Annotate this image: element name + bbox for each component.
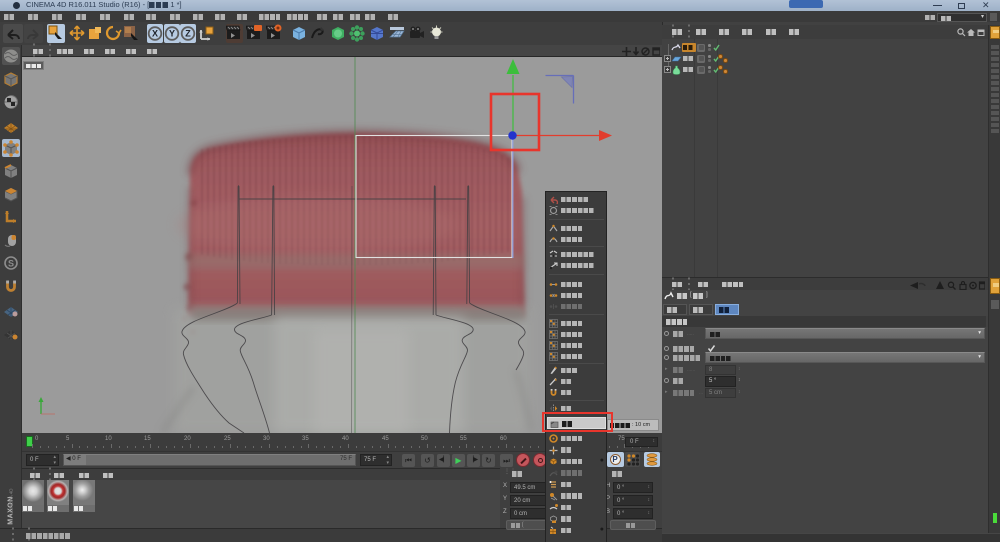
svg-text:Y: Y [169,28,175,38]
svg-text:Z: Z [185,28,191,38]
svg-text:S: S [8,259,14,269]
svg-text:P: P [612,455,618,463]
svg-text:X: X [152,28,158,38]
